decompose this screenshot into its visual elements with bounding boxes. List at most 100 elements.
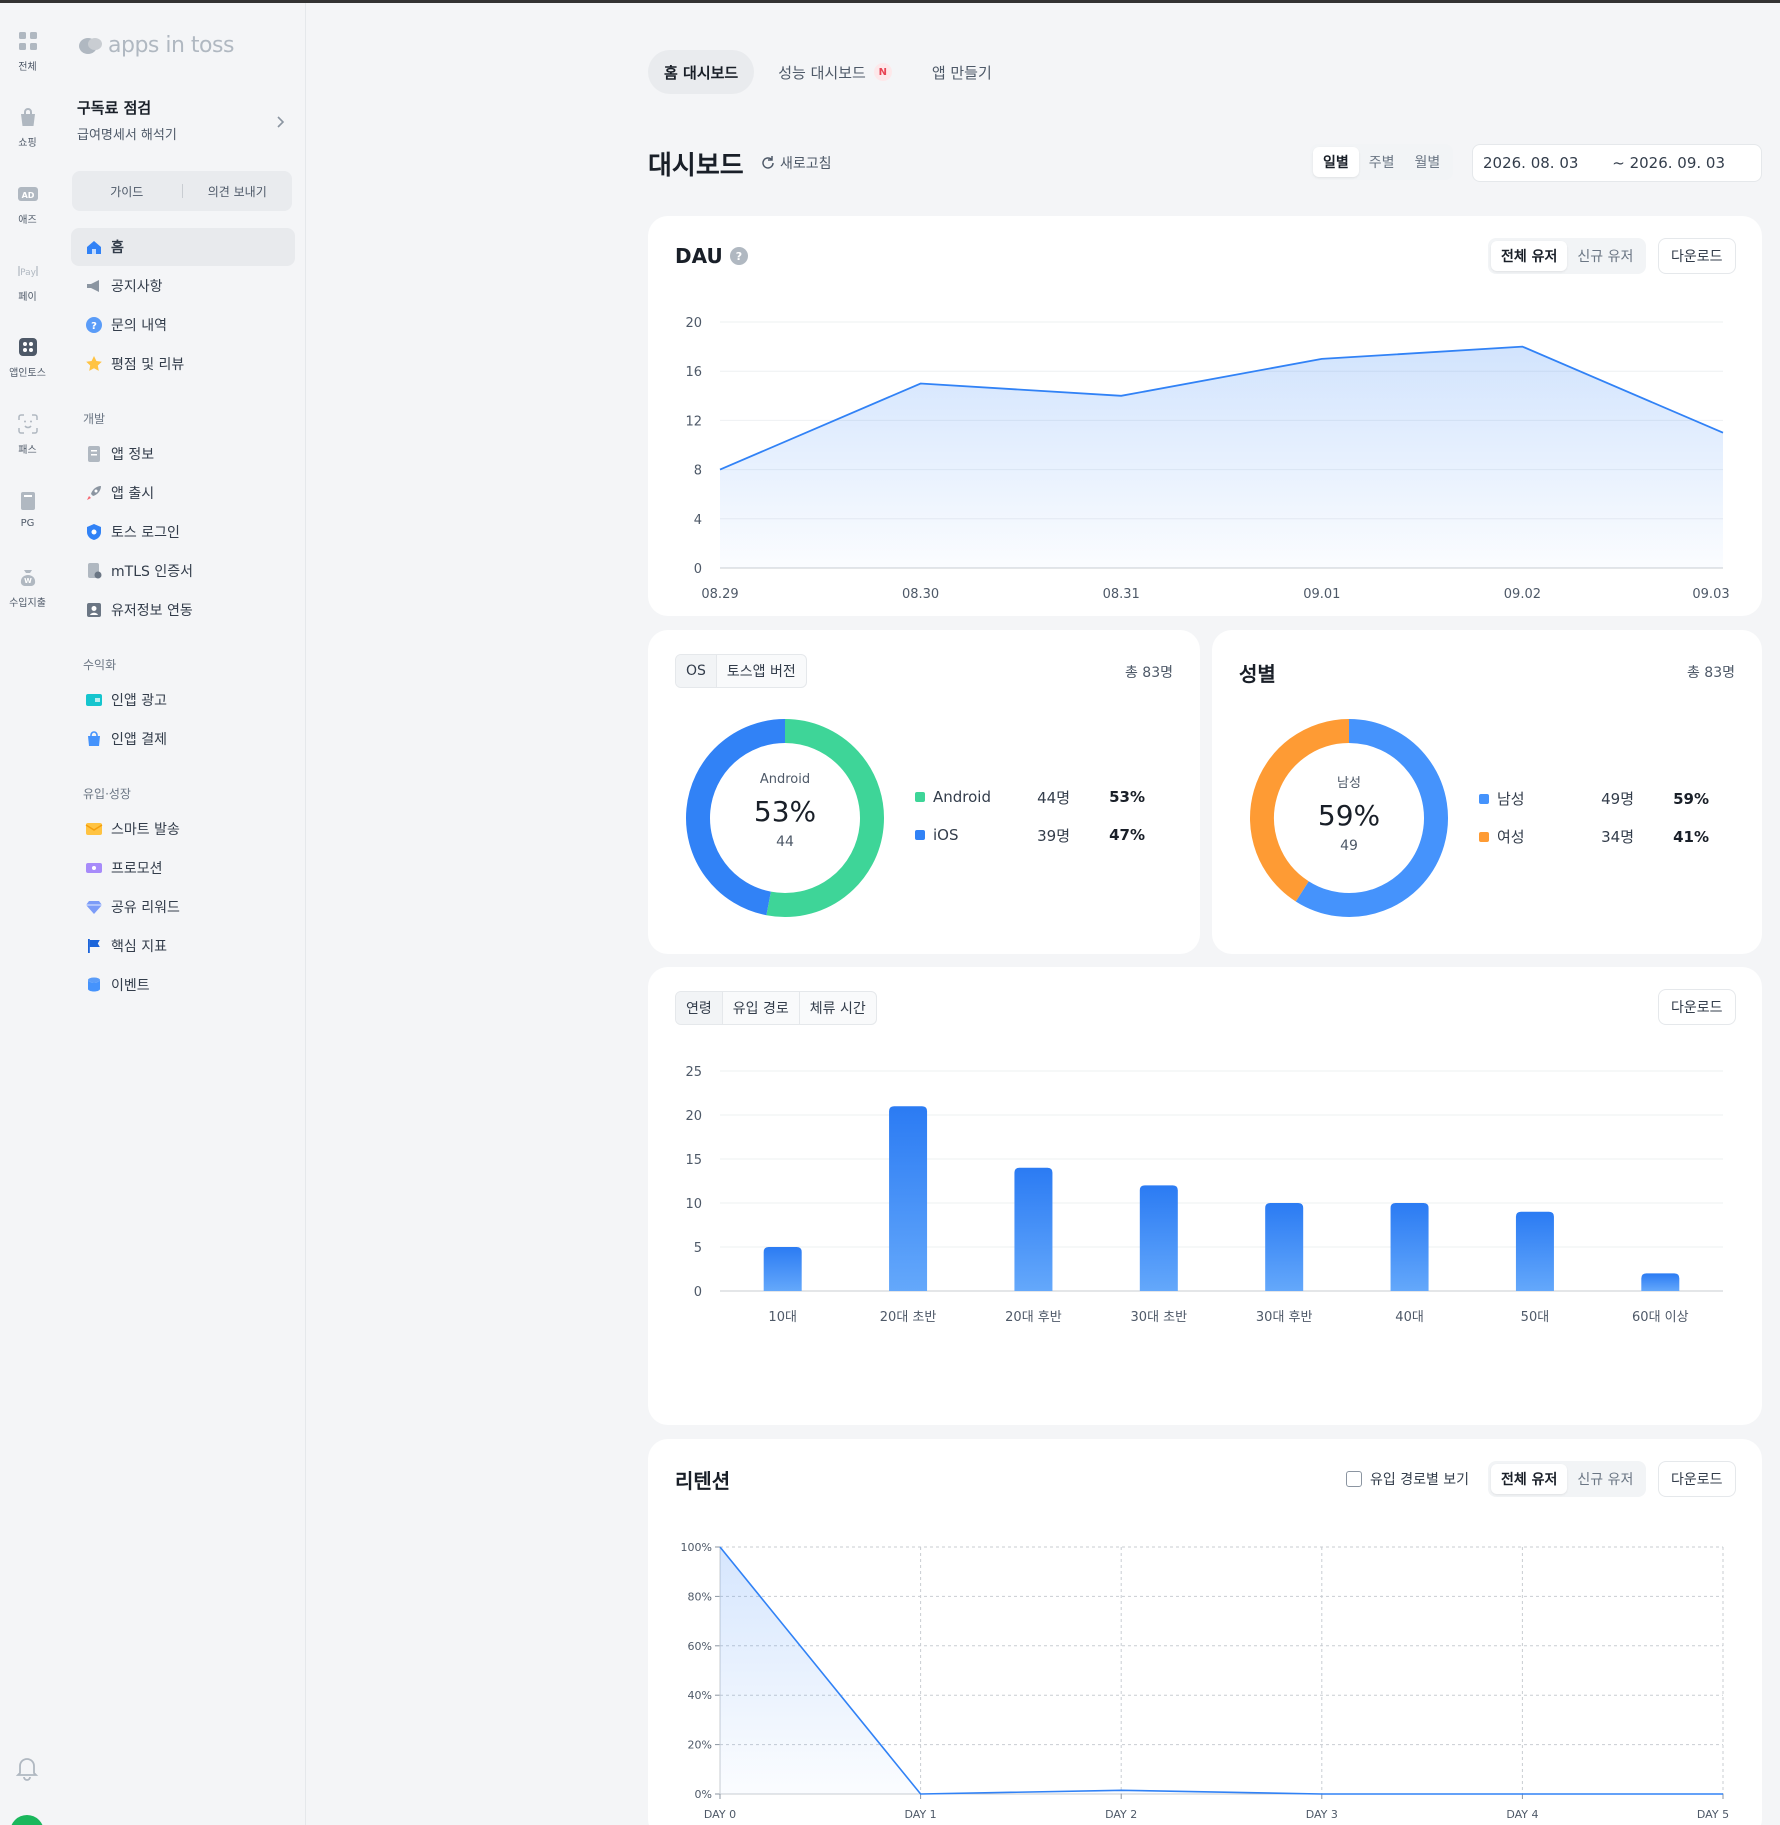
- guide-box: 가이드 의견 보내기: [72, 171, 292, 211]
- all-users-toggle[interactable]: 전체 유저: [1491, 241, 1568, 271]
- legend-row-android: Android 44명 53%: [915, 788, 1165, 807]
- logo-icon: [79, 37, 102, 54]
- period-daily[interactable]: 일별: [1313, 147, 1359, 177]
- page-title: 대시보드: [648, 151, 744, 181]
- sidebar-item-smart-push[interactable]: 스마트 발송: [71, 810, 295, 848]
- retention-download-button[interactable]: 다운로드: [1658, 1461, 1736, 1497]
- period-weekly[interactable]: 주별: [1359, 147, 1405, 177]
- guide-button[interactable]: 가이드: [72, 183, 182, 200]
- svg-text:Pay: Pay: [20, 268, 37, 278]
- rail-item-appsintoss[interactable]: 앱인토스: [0, 336, 55, 379]
- sidebar-item-key-metrics[interactable]: 핵심 지표: [71, 927, 295, 965]
- apps-icon: [18, 338, 37, 356]
- sidebar-item-notice[interactable]: 공지사항: [71, 267, 295, 305]
- bar: [1515, 1211, 1554, 1291]
- tab-source[interactable]: 유입 경로: [723, 992, 800, 1024]
- x-tick-label: 40대: [1395, 1310, 1424, 1325]
- tab-home-dashboard[interactable]: 홈 대시보드: [648, 50, 755, 94]
- nav-section-monetize: 수익화: [83, 658, 117, 672]
- bar: [763, 1247, 802, 1291]
- avatar[interactable]: [10, 1815, 44, 1825]
- y-tick-label: 80%: [688, 1590, 712, 1603]
- date-end: ~ 2026. 09. 03: [1612, 154, 1725, 172]
- bag-icon: [88, 731, 100, 746]
- feedback-button[interactable]: 의견 보내기: [183, 183, 293, 200]
- x-tick-label: DAY 4: [1506, 1808, 1538, 1821]
- sidebar-item-home[interactable]: 홈: [71, 228, 295, 266]
- tab-perf-dashboard[interactable]: 성능 대시보드 N: [762, 50, 908, 94]
- rail-item-pass[interactable]: 패스: [0, 413, 55, 456]
- refresh-button[interactable]: 새로고침: [760, 153, 832, 173]
- rail-item-shopping[interactable]: 쇼핑: [0, 106, 55, 149]
- sidebar-item-toss-login[interactable]: 토스 로그인: [71, 513, 295, 551]
- age-download-button[interactable]: 다운로드: [1658, 989, 1736, 1025]
- logo[interactable]: apps in toss: [78, 33, 234, 58]
- rail-item-pg[interactable]: PG: [0, 490, 55, 529]
- sidebar-item-inapp-ads[interactable]: 인앱 광고: [71, 681, 295, 719]
- all-users-toggle[interactable]: 전체 유저: [1491, 1464, 1568, 1494]
- sidebar-item-event[interactable]: 이벤트: [71, 966, 295, 1004]
- sidebar-item-share-reward[interactable]: 공유 리워드: [71, 888, 295, 926]
- sidebar-item-reviews[interactable]: 평점 및 리뷰: [71, 345, 295, 383]
- rail-item-pay[interactable]: Pay 페이: [0, 260, 55, 303]
- sidebar: apps in toss 구독료 점검 급여명세서 해석기 가이드 의견 보내기…: [60, 3, 306, 1825]
- sidebar-item-user-info[interactable]: 유저정보 연동: [71, 591, 295, 629]
- rail-item-money[interactable]: W 수입지출: [0, 566, 55, 609]
- tab-make-app[interactable]: 앱 만들기: [916, 50, 1008, 94]
- shopping-bag-icon: [20, 108, 35, 126]
- legend-dot: [915, 830, 925, 840]
- legend-pct: 59%: [1673, 789, 1709, 808]
- period-toggle: 일별 주별 월별: [1310, 144, 1454, 180]
- x-tick-label: DAY 2: [1105, 1808, 1137, 1821]
- checkbox-box[interactable]: [1346, 1471, 1362, 1487]
- sidebar-item-inquiry[interactable]: ? 문의 내역: [71, 306, 295, 344]
- sidebar-item-app-info[interactable]: 앱 정보: [71, 435, 295, 473]
- tab-os[interactable]: OS: [676, 655, 717, 687]
- project-selector[interactable]: 구독료 점검 급여명세서 해석기: [77, 97, 287, 143]
- rail-label: 쇼핑: [18, 138, 37, 149]
- legend-row-ios: iOS 39명 47%: [915, 826, 1165, 845]
- os-center-count: 44: [776, 834, 794, 850]
- tab-stay[interactable]: 체류 시간: [800, 992, 876, 1024]
- help-icon[interactable]: ?: [729, 246, 749, 266]
- project-name: 구독료 점검: [77, 99, 152, 117]
- legend-pct: 53%: [1109, 788, 1145, 806]
- tab-age[interactable]: 연령: [676, 992, 723, 1024]
- rail-label: 앱인토스: [9, 368, 46, 379]
- new-badge: N: [873, 63, 892, 81]
- sidebar-item-label: 앱 정보: [111, 447, 155, 463]
- svg-text:AD: AD: [21, 191, 34, 200]
- y-tick-label: 40%: [688, 1689, 712, 1702]
- age-card: 연령 유입 경로 체류 시간 다운로드 0 5 10 15 20 25 10대 20대 초반 2…: [648, 967, 1762, 1425]
- series-area: [720, 1547, 1723, 1794]
- rail-item-all[interactable]: 전체: [0, 30, 55, 73]
- pay-icon: Pay: [17, 266, 38, 278]
- tab-toss-version[interactable]: 토스앱 버전: [717, 655, 806, 687]
- y-tick-label: 0: [694, 1285, 702, 1300]
- rail-item-ads[interactable]: AD 애즈: [0, 183, 55, 226]
- period-monthly[interactable]: 월별: [1405, 147, 1451, 177]
- sidebar-item-inapp-payment[interactable]: 인앱 결제: [71, 720, 295, 758]
- sidebar-item-mtls[interactable]: mTLS 인증서: [71, 552, 295, 590]
- bell-icon[interactable]: [14, 1755, 40, 1781]
- sidebar-item-label: 이벤트: [111, 978, 150, 994]
- by-source-checkbox[interactable]: 유입 경로별 보기: [1346, 1469, 1469, 1489]
- sidebar-item-promotion[interactable]: 프로모션: [71, 849, 295, 887]
- dau-download-button[interactable]: 다운로드: [1658, 238, 1736, 274]
- date-start: 2026. 08. 03: [1483, 154, 1579, 172]
- date-range-input[interactable]: 2026. 08. 03 ~ 2026. 09. 03: [1472, 144, 1762, 182]
- rocket-icon: [87, 486, 101, 500]
- new-users-toggle[interactable]: 신규 유저: [1567, 1464, 1643, 1494]
- retention-chart: 0% 20% 40% 60% 80% 100% DAY 0 DAY 1 DAY 2 DAY 3 DA…: [681, 1541, 1730, 1821]
- new-users-toggle[interactable]: 신규 유저: [1567, 241, 1643, 271]
- age-bar-chart: 0 5 10 15 20 25 10대 20대 초반 20대 후반 30대 초반 30대 후반 40대…: [685, 1065, 1723, 1325]
- sidebar-item-label: 홈: [111, 240, 124, 256]
- dau-title: DAU: [675, 244, 723, 268]
- bar: [1014, 1167, 1053, 1291]
- logo-text: apps in toss: [108, 33, 234, 58]
- x-tick-label: 10대: [768, 1310, 797, 1325]
- legend-name: Android: [933, 788, 991, 806]
- sidebar-item-app-release[interactable]: 앱 출시: [71, 474, 295, 512]
- document-icon: [88, 446, 100, 462]
- legend-pct: 47%: [1109, 826, 1145, 844]
